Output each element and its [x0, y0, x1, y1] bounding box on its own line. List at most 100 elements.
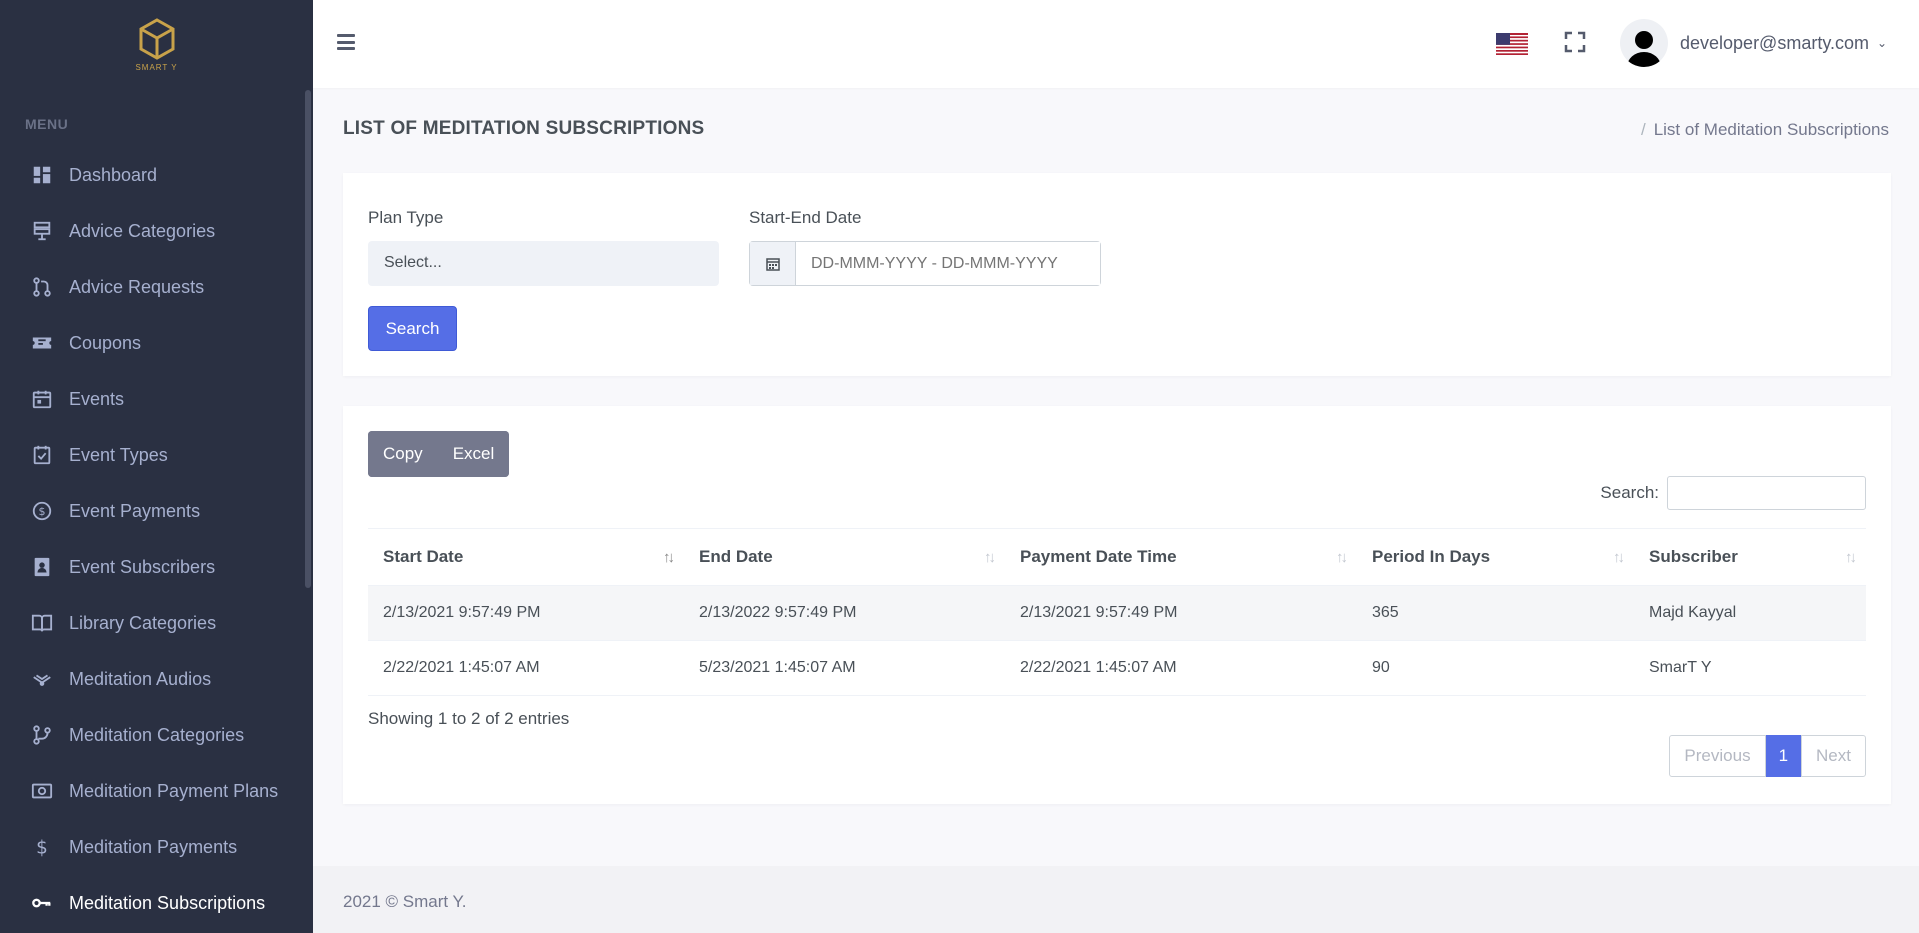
- sort-icon: ↑↓: [984, 549, 996, 566]
- column-header-label: Payment Date Time: [1020, 547, 1177, 566]
- sidebar-item-library-categories[interactable]: Library Categories: [0, 595, 313, 651]
- svg-text:$: $: [36, 837, 48, 858]
- column-header-subscriber[interactable]: Subscriber ↑↓: [1634, 528, 1866, 586]
- us-flag-icon: [1496, 33, 1528, 55]
- sidebar-item-label: Event Subscribers: [69, 556, 216, 577]
- sidebar-item-meditation-audios[interactable]: Meditation Audios: [0, 651, 313, 707]
- key-icon: [31, 892, 53, 914]
- sidebar-item-label: Advice Requests: [69, 276, 205, 297]
- footer-text: 2021 © Smart Y.: [343, 892, 467, 911]
- sidebar-item-event-subscribers[interactable]: Event Subscribers: [0, 539, 313, 595]
- table-card: Copy Excel Search: Start Date ↑↓ End Date…: [343, 406, 1891, 804]
- sidebar-menu: Dashboard Advice Categories Advice Reque…: [0, 147, 313, 931]
- column-header-start-date[interactable]: Start Date ↑↓: [368, 528, 684, 586]
- user-menu[interactable]: developer@smarty.com ⌄: [1620, 18, 1887, 68]
- chevron-down-icon: ⌄: [1877, 36, 1888, 50]
- column-header-label: Subscriber: [1649, 547, 1738, 566]
- sidebar-item-label: Library Categories: [69, 612, 217, 633]
- date-range-input[interactable]: [796, 242, 1100, 285]
- calendar-check-icon: [31, 444, 53, 466]
- user-email: developer@smarty.com: [1680, 32, 1869, 53]
- sidebar-scrollbar[interactable]: [305, 90, 311, 588]
- table-search: Search:: [1600, 476, 1866, 510]
- svg-text:$: $: [39, 505, 46, 518]
- pagination-page-1[interactable]: 1: [1765, 735, 1802, 777]
- sidebar-item-label: Event Payments: [69, 500, 201, 521]
- sidebar-item-label: Meditation Payment Plans: [69, 780, 279, 801]
- column-header-end-date[interactable]: End Date ↑↓: [684, 528, 1005, 586]
- git-pull-request-icon: [31, 276, 53, 298]
- logo-text: SMART Y: [135, 62, 178, 72]
- pagination-next[interactable]: Next: [1801, 735, 1866, 777]
- export-button-group: Copy Excel: [368, 431, 510, 477]
- table-cell: 2/13/2022 9:57:49 PM: [684, 585, 1005, 641]
- fullscreen-icon: [1564, 31, 1586, 53]
- sidebar-item-label: Advice Categories: [69, 220, 216, 241]
- table-search-input[interactable]: [1667, 476, 1866, 510]
- copy-button[interactable]: Copy: [368, 431, 438, 477]
- filter-card: Plan Type Select... Start-End Date Searc…: [343, 173, 1891, 376]
- sidebar-item-event-payments[interactable]: $ Event Payments: [0, 483, 313, 539]
- sidebar-item-label: Events: [69, 388, 125, 409]
- calendar-addon[interactable]: [750, 242, 796, 285]
- sidebar-item-coupons[interactable]: Coupons: [0, 315, 313, 371]
- sidebar-item-label: Meditation Audios: [69, 668, 212, 689]
- coupon-icon: [31, 332, 53, 354]
- language-selector[interactable]: [1496, 33, 1528, 55]
- table-row: 2/22/2021 1:45:07 AM 5/23/2021 1:45:07 A…: [368, 640, 1866, 696]
- sidebar-item-dashboard[interactable]: Dashboard: [0, 147, 313, 203]
- calendar-icon: [31, 388, 53, 410]
- footer: 2021 © Smart Y.: [313, 866, 1919, 933]
- table-cell: Majd Kayyal: [1634, 585, 1866, 641]
- table-cell: 2/13/2021 9:57:49 PM: [368, 585, 684, 641]
- breadcrumb-item[interactable]: List of Meditation Subscriptions: [1654, 120, 1889, 139]
- plan-type-label: Plan Type: [368, 208, 444, 227]
- sidebar-item-meditation-payment-plans[interactable]: Meditation Payment Plans: [0, 763, 313, 819]
- sort-icon: ↑↓: [1845, 549, 1857, 566]
- plan-type-select[interactable]: Select...: [368, 241, 719, 286]
- calendar-icon: [765, 257, 780, 271]
- breadcrumb: / List of Meditation Subscriptions: [1641, 120, 1889, 140]
- logo[interactable]: SMART Y: [0, 0, 313, 88]
- hamburger-bar: [337, 40, 355, 44]
- breadcrumb-separator: /: [1640, 120, 1646, 139]
- subscriptions-table: Start Date ↑↓ End Date ↑↓ Payment Date Tim…: [368, 528, 1866, 696]
- avatar: [1620, 19, 1668, 67]
- sort-icon: ↑↓: [1336, 549, 1348, 566]
- search-button[interactable]: Search: [368, 306, 457, 351]
- book-icon: [31, 612, 53, 634]
- menu-toggle-button[interactable]: [335, 31, 357, 53]
- fullscreen-button[interactable]: [1563, 30, 1587, 54]
- column-header-label: Period In Days: [1372, 547, 1491, 566]
- pagination-previous[interactable]: Previous: [1669, 735, 1766, 777]
- table-cell: 90: [1357, 640, 1634, 696]
- menu-title: MENU: [25, 116, 69, 132]
- sidebar-item-advice-categories[interactable]: Advice Categories: [0, 203, 313, 259]
- sidebar-item-label: Coupons: [69, 332, 142, 353]
- dollar-circle-icon: $: [31, 500, 53, 522]
- table-cell: 2/22/2021 1:45:07 AM: [368, 640, 684, 696]
- table-cell: 2/13/2021 9:57:49 PM: [1005, 585, 1357, 641]
- sidebar-item-label: Meditation Subscriptions: [69, 892, 266, 913]
- table-cell: 2/22/2021 1:45:07 AM: [1005, 640, 1357, 696]
- hamburger-bar: [337, 34, 355, 37]
- date-range-label: Start-End Date: [749, 208, 862, 227]
- pagination: Previous 1 Next: [1669, 735, 1866, 777]
- sidebar-item-meditation-payments[interactable]: $ Meditation Payments: [0, 819, 313, 875]
- sidebar-item-meditation-subscriptions[interactable]: Meditation Subscriptions: [0, 875, 313, 931]
- git-branch-icon: [31, 724, 53, 746]
- table-info: Showing 1 to 2 of 2 entries: [368, 709, 570, 728]
- sidebar-item-meditation-categories[interactable]: Meditation Categories: [0, 707, 313, 763]
- table-cell: 5/23/2021 1:45:07 AM: [684, 640, 1005, 696]
- sidebar-item-event-types[interactable]: Event Types: [0, 427, 313, 483]
- table-cell: SmarT Y: [1634, 640, 1866, 696]
- logo-cube-icon: [139, 17, 174, 60]
- categories-icon: [31, 220, 53, 242]
- column-header-payment-date-time[interactable]: Payment Date Time ↑↓: [1005, 528, 1357, 586]
- excel-button[interactable]: Excel: [437, 431, 510, 477]
- column-header-period-in-days[interactable]: Period In Days ↑↓: [1357, 528, 1634, 586]
- topbar: developer@smarty.com ⌄: [313, 0, 1919, 88]
- sidebar-item-advice-requests[interactable]: Advice Requests: [0, 259, 313, 315]
- sidebar-item-events[interactable]: Events: [0, 371, 313, 427]
- search-label: Search:: [1600, 483, 1659, 502]
